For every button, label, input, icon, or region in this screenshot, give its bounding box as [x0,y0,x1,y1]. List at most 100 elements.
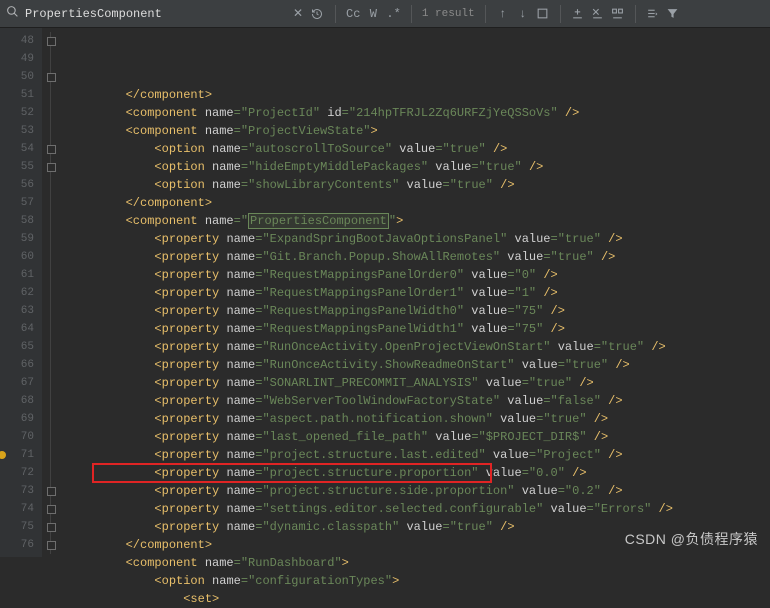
fold-cell [50,248,62,266]
code-line: <option name="showLibraryContents" value… [68,176,770,194]
fold-cell[interactable] [50,500,62,518]
next-match-icon[interactable]: ↓ [516,7,530,21]
code-line: <property name="project.structure.side.p… [68,482,770,500]
line-number: 65 [0,338,42,356]
line-number: 76 [0,536,42,554]
line-number: 73 [0,482,42,500]
fold-gutter [42,28,62,557]
fold-cell [50,338,62,356]
code-line: <property name="RunOnceActivity.OpenProj… [68,338,770,356]
fold-cell[interactable] [50,140,62,158]
line-number: 70 [0,428,42,446]
line-number: 58 [0,212,42,230]
code-line: <property name="Git.Branch.Popup.ShowAll… [68,248,770,266]
whole-word-toggle[interactable]: W [366,7,380,21]
fold-cell [50,50,62,68]
line-number-gutter: 4849505152535455565758596061626364656667… [0,28,42,557]
fold-cell [50,104,62,122]
code-line: </component> [68,194,770,212]
separator [335,5,336,23]
line-number: 62 [0,284,42,302]
code-line: <property name="RequestMappingsPanelWidt… [68,320,770,338]
line-number: 60 [0,248,42,266]
editor[interactable]: 4849505152535455565758596061626364656667… [0,28,770,557]
history-icon[interactable] [311,8,325,20]
code-area[interactable]: </component> <component name="ProjectId"… [62,28,770,557]
fold-cell [50,464,62,482]
line-number: 57 [0,194,42,212]
separator [635,5,636,23]
line-number: 49 [0,50,42,68]
code-line: <property name="last_opened_file_path" v… [68,428,770,446]
code-line: <property name="SONARLINT_PRECOMMIT_ANAL… [68,374,770,392]
code-line: <property name="project.structure.last.e… [68,446,770,464]
code-line: <property name="RequestMappingsPanelOrde… [68,284,770,302]
fold-cell [50,284,62,302]
fold-cell [50,176,62,194]
breakpoint-icon[interactable] [0,451,6,459]
fold-cell[interactable] [50,32,62,50]
fold-cell [50,428,62,446]
fold-cell [50,86,62,104]
line-number: 53 [0,122,42,140]
line-number: 64 [0,320,42,338]
fold-cell[interactable] [50,518,62,536]
code-line: <component name="ProjectId" id="214hpTFR… [68,104,770,122]
select-all-occurrences-icon[interactable] [611,7,625,20]
fold-cell [50,320,62,338]
more-options-icon[interactable] [646,7,660,20]
select-all-icon[interactable] [536,7,550,20]
fold-cell [50,302,62,320]
fold-cell [50,122,62,140]
line-number: 69 [0,410,42,428]
code-line: <property name="WebServerToolWindowFacto… [68,392,770,410]
code-line: <option name="autoscrollToSource" value=… [68,140,770,158]
fold-cell [50,374,62,392]
prev-match-icon[interactable]: ↑ [496,7,510,21]
code-line: </component> [68,536,770,554]
code-line: </component> [68,86,770,104]
line-number: 66 [0,356,42,374]
find-toolbar: ✕ Cc W .* 1 result ↑ ↓ [0,0,770,28]
code-line: <property name="settings.editor.selected… [68,500,770,518]
line-number: 54 [0,140,42,158]
remove-selection-icon[interactable] [591,7,605,20]
search-icon [6,5,19,22]
line-number: 50 [0,68,42,86]
code-line: <property name="aspect.path.notification… [68,410,770,428]
search-input[interactable] [25,7,285,21]
filter-icon[interactable] [666,7,680,20]
close-icon[interactable]: ✕ [291,6,305,21]
separator [485,5,486,23]
line-number: 51 [0,86,42,104]
fold-cell[interactable] [50,68,62,86]
code-line: <property name="RunOnceActivity.ShowRead… [68,356,770,374]
fold-cell[interactable] [50,482,62,500]
code-line: <property name="RequestMappingsPanelOrde… [68,266,770,284]
fold-cell [50,230,62,248]
code-line: <option name="configurationTypes"> [68,572,770,590]
fold-cell[interactable] [50,536,62,554]
fold-cell [50,194,62,212]
line-number: 67 [0,374,42,392]
line-number: 52 [0,104,42,122]
add-selection-icon[interactable] [571,7,585,20]
line-number: 55 [0,158,42,176]
code-line: <property name="ExpandSpringBootJavaOpti… [68,230,770,248]
separator [560,5,561,23]
line-number: 59 [0,230,42,248]
line-number: 74 [0,500,42,518]
code-line: <property name="project.structure.propor… [68,464,770,482]
line-number: 71 [0,446,42,464]
fold-cell[interactable] [50,158,62,176]
separator [411,5,412,23]
code-line: <component name="ProjectViewState"> [68,122,770,140]
line-number: 75 [0,518,42,536]
line-number: 56 [0,176,42,194]
line-number: 48 [0,32,42,50]
regex-toggle[interactable]: .* [386,7,400,21]
match-case-toggle[interactable]: Cc [346,7,360,21]
fold-cell [50,212,62,230]
code-line: <property name="dynamic.classpath" value… [68,518,770,536]
code-line: <option name="hideEmptyMiddlePackages" v… [68,158,770,176]
